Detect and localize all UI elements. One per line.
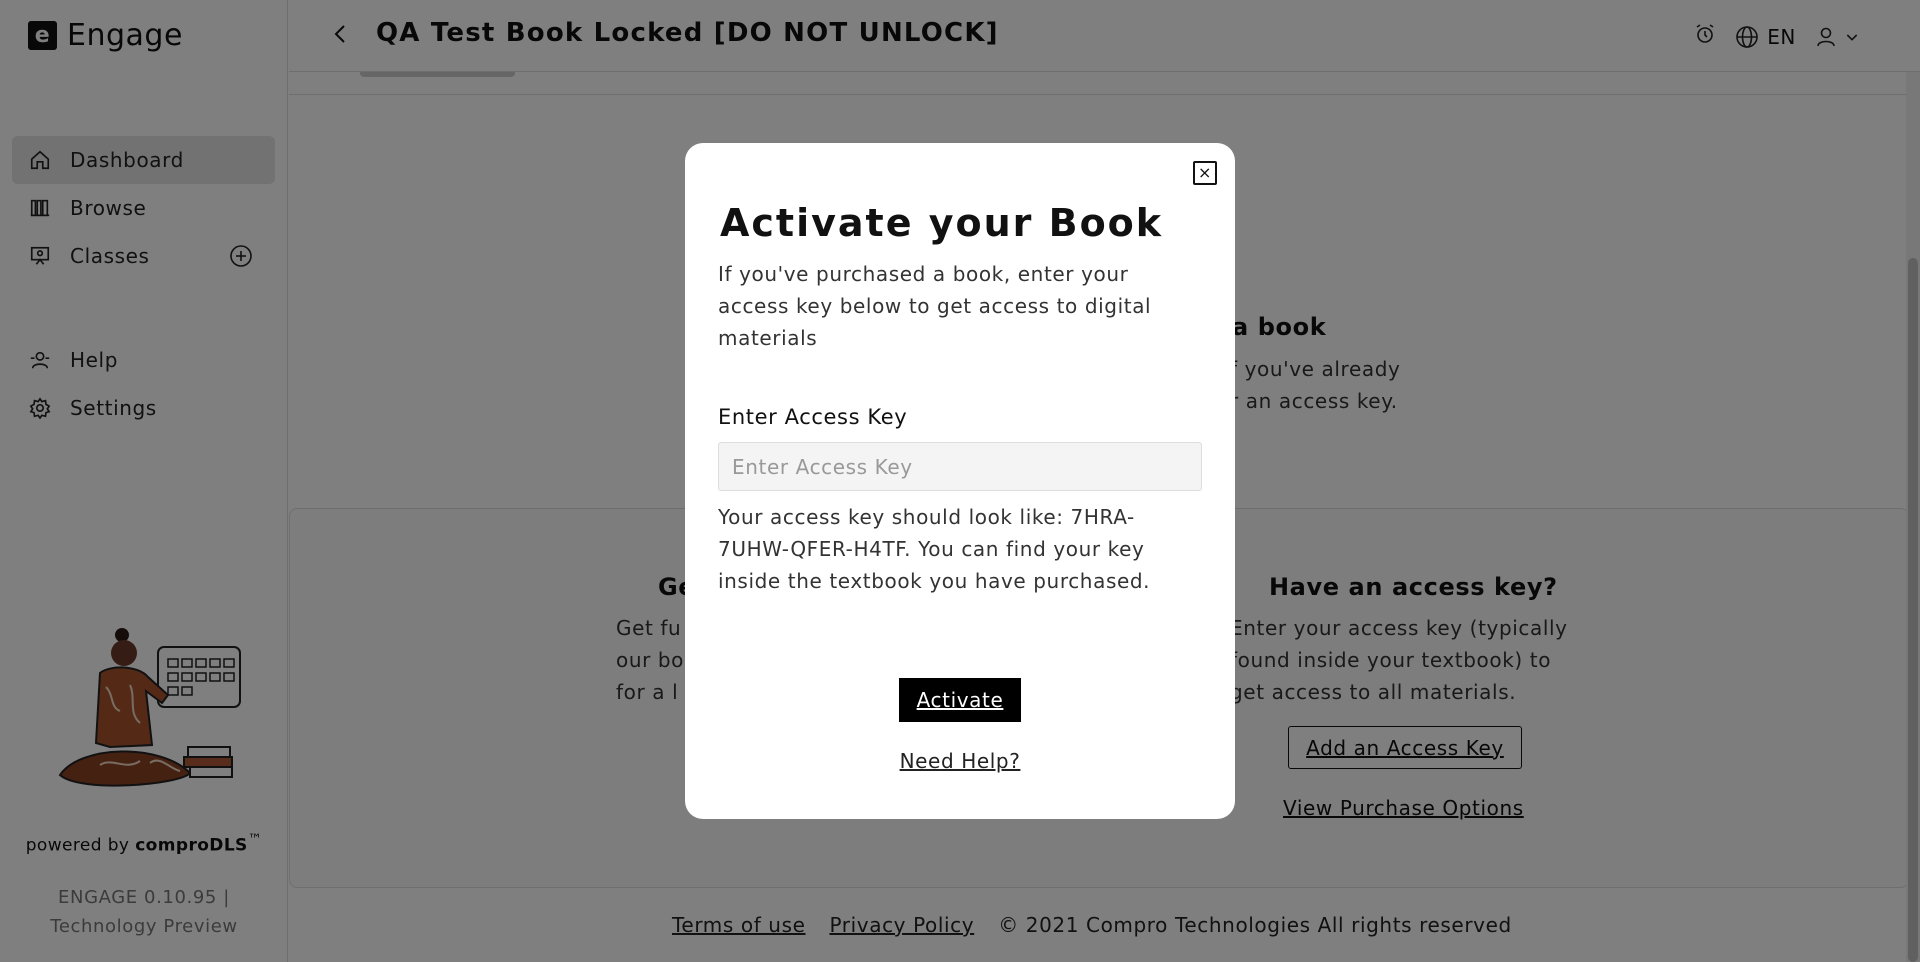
close-icon[interactable]: × <box>1193 161 1217 185</box>
activate-button[interactable]: Activate <box>899 678 1021 722</box>
need-help-label[interactable]: Need Help? <box>900 749 1021 773</box>
dialog-description: If you've purchased a book, enter your a… <box>718 262 1152 350</box>
access-key-label: Enter Access Key <box>718 405 908 429</box>
need-help-link: Need Help? <box>685 749 1235 773</box>
access-key-input[interactable] <box>718 442 1202 491</box>
activate-book-dialog: × Activate your Book If you've purchased… <box>685 143 1235 819</box>
dialog-title: Activate your Book <box>720 201 1164 245</box>
access-key-hint: Your access key should look like: 7HRA-7… <box>718 505 1151 593</box>
